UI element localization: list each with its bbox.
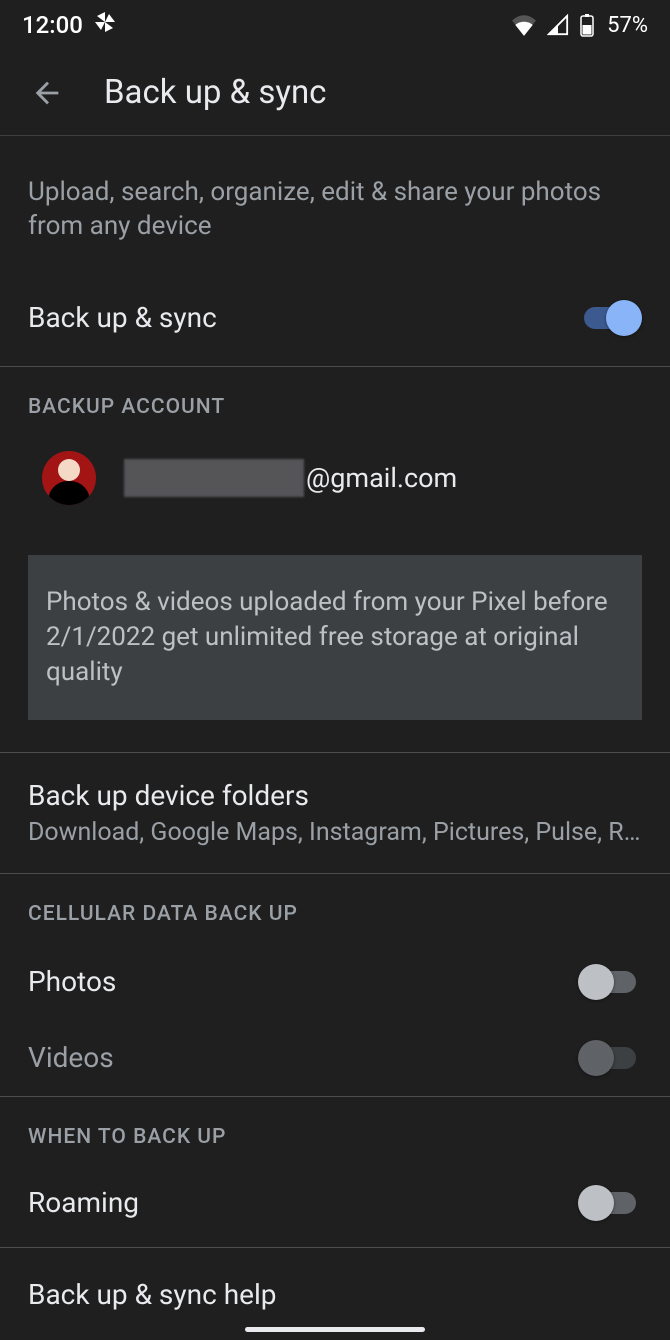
battery-icon — [579, 13, 595, 37]
device-folders-subtitle: Download, Google Maps, Instagram, Pictur… — [28, 818, 642, 847]
cellular-photos-switch[interactable] — [578, 964, 642, 1000]
cellular-videos-label: Videos — [28, 1041, 114, 1074]
battery-percentage: 57% — [607, 13, 648, 38]
backup-sync-switch[interactable] — [578, 300, 642, 336]
cellular-photos-label: Photos — [28, 965, 116, 998]
roaming-row[interactable]: Roaming — [0, 1167, 670, 1247]
storage-info-card: Photos & videos uploaded from your Pixel… — [28, 555, 642, 720]
cellular-videos-row[interactable]: Videos — [0, 1020, 670, 1096]
cellular-videos-switch[interactable] — [578, 1040, 642, 1076]
status-bar: 12:00 57% — [0, 0, 670, 50]
backup-account-row[interactable]: @gmail.com — [0, 437, 670, 549]
nav-indicator[interactable] — [245, 1327, 425, 1332]
status-time: 12:00 — [22, 11, 83, 39]
device-folders-row[interactable]: Back up device folders Download, Google … — [0, 753, 670, 873]
email-redacted — [124, 459, 304, 497]
signal-icon — [547, 14, 569, 36]
wifi-icon — [511, 14, 537, 36]
page-title: Back up & sync — [104, 73, 326, 112]
intro-description: Upload, search, organize, edit & share y… — [0, 136, 670, 282]
pinwheel-icon — [93, 10, 117, 40]
account-email: @gmail.com — [124, 459, 457, 497]
backup-sync-toggle-row[interactable]: Back up & sync — [0, 282, 670, 366]
cellular-photos-row[interactable]: Photos — [0, 944, 670, 1020]
backup-sync-label: Back up & sync — [28, 301, 217, 334]
email-suffix: @gmail.com — [306, 462, 457, 494]
roaming-label: Roaming — [28, 1186, 139, 1219]
backup-account-section-label: BACKUP ACCOUNT — [0, 367, 670, 437]
roaming-switch[interactable] — [578, 1185, 642, 1221]
avatar — [42, 451, 96, 505]
back-arrow-icon[interactable] — [30, 76, 64, 110]
when-section-label: WHEN TO BACK UP — [0, 1097, 670, 1167]
app-header: Back up & sync — [0, 50, 670, 135]
cellular-section-label: CELLULAR DATA BACK UP — [0, 874, 670, 944]
device-folders-title: Back up device folders — [28, 779, 642, 812]
